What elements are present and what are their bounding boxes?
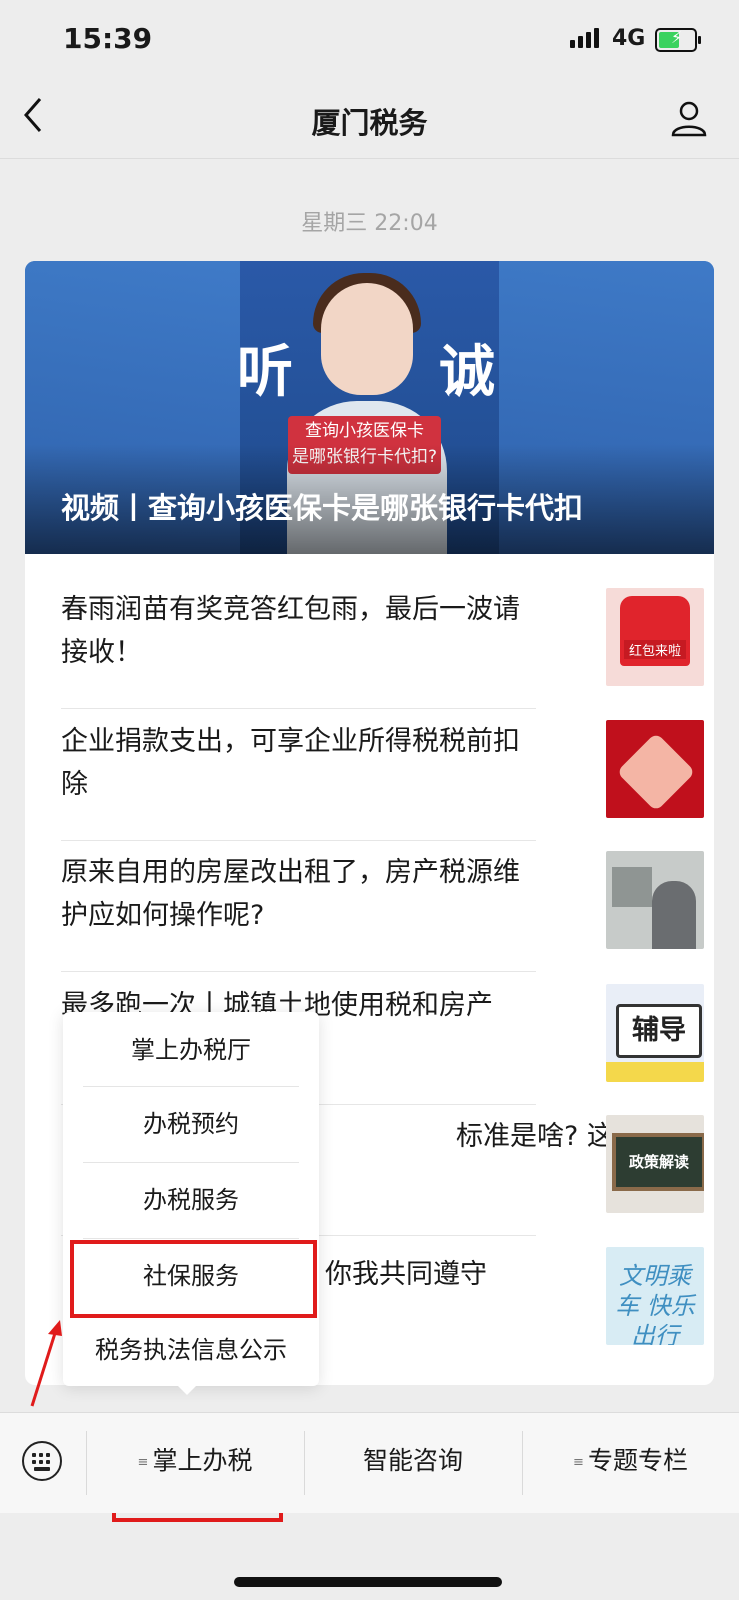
article-thumbnail: 文明乘车 快乐出行: [606, 1247, 704, 1345]
popup-pointer: [177, 1385, 197, 1395]
home-indicator: [234, 1577, 502, 1587]
keyboard-icon[interactable]: [22, 1441, 62, 1481]
tab-smart-consult[interactable]: 智能咨询: [304, 1413, 522, 1513]
thumb-label: 辅导: [616, 1004, 702, 1058]
menu-item-tax-appointment[interactable]: 办税预约: [83, 1086, 299, 1162]
menu-item-tax-service[interactable]: 办税服务: [83, 1162, 299, 1238]
status-bar: 15:39 4G ⚡: [0, 0, 739, 80]
signal-icon: [570, 28, 602, 48]
status-time: 15:39: [63, 22, 153, 55]
article-thumbnail: 红包来啦: [606, 588, 704, 686]
hero-article[interactable]: 听 诚 查询小孩医保卡 是哪张银行卡代扣? 视频丨查询小孩医保卡是哪张银行卡代扣: [25, 261, 714, 554]
article-title: 春雨润苗有奖竞答红包雨，最后一波请接收！: [61, 594, 520, 668]
tab-label: 智能咨询: [362, 1446, 463, 1475]
thumb-label: 政策解读: [612, 1133, 704, 1191]
annotation-arrow-icon: [30, 1320, 62, 1407]
popup-menu: 掌上办税厅 办税预约 办税服务 社保服务 税务执法信息公示: [63, 1012, 319, 1386]
list-item[interactable]: 春雨润苗有奖竞答红包雨，最后一波请接收！ 红包来啦: [61, 554, 704, 709]
article-thumbnail: [606, 720, 704, 818]
article-thumbnail: 辅导: [606, 984, 704, 1082]
menu-lines-icon: ≡: [137, 1455, 149, 1470]
article-title: 你我共同遵守: [325, 1259, 487, 1290]
tab-label: 专题专栏: [587, 1446, 688, 1475]
network-label: 4G: [612, 26, 646, 51]
menu-item-enforcement-disclosure[interactable]: 税务执法信息公示: [83, 1312, 299, 1388]
article-thumbnail: 政策解读: [606, 1115, 704, 1213]
tab-label: 掌上办税: [152, 1446, 253, 1475]
hero-bg-char: 诚: [439, 340, 495, 405]
tab-special-topics[interactable]: ≡ 专题专栏: [522, 1413, 739, 1513]
menu-lines-icon: ≡: [573, 1455, 584, 1470]
nav-bar: 厦门税务: [0, 80, 739, 159]
person-icon[interactable]: [669, 98, 709, 138]
article-title: 企业捐款支出，可享企业所得税税前扣除: [61, 726, 520, 800]
list-item[interactable]: 原来自用的房屋改出租了，房产税源维护应如何操作呢?: [61, 817, 704, 972]
hero-title: 视频丨查询小孩医保卡是哪张银行卡代扣: [61, 491, 584, 525]
thumb-label: 红包来啦: [624, 640, 686, 659]
article-title: 标准是啥? 这个: [456, 1121, 641, 1152]
hero-bg-char: 听: [237, 340, 293, 405]
list-item[interactable]: 企业捐款支出，可享企业所得税税前扣除: [61, 686, 704, 841]
article-thumbnail: [606, 851, 704, 949]
tab-online-tax[interactable]: ≡ 掌上办税: [86, 1413, 304, 1513]
highlight-box: [70, 1240, 317, 1318]
message-timestamp: 星期三 22:04: [301, 211, 438, 236]
bottom-menu-bar: ≡ 掌上办税 智能咨询 ≡ 专题专栏: [0, 1412, 739, 1513]
page-title: 厦门税务: [311, 106, 428, 140]
menu-item-online-tax-hall[interactable]: 掌上办税厅: [83, 1012, 299, 1088]
article-title: 原来自用的房屋改出租了，房产税源维护应如何操作呢?: [61, 857, 520, 931]
battery-icon: ⚡: [655, 28, 701, 52]
thumb-label: 文明乘车 快乐出行: [615, 1262, 695, 1345]
